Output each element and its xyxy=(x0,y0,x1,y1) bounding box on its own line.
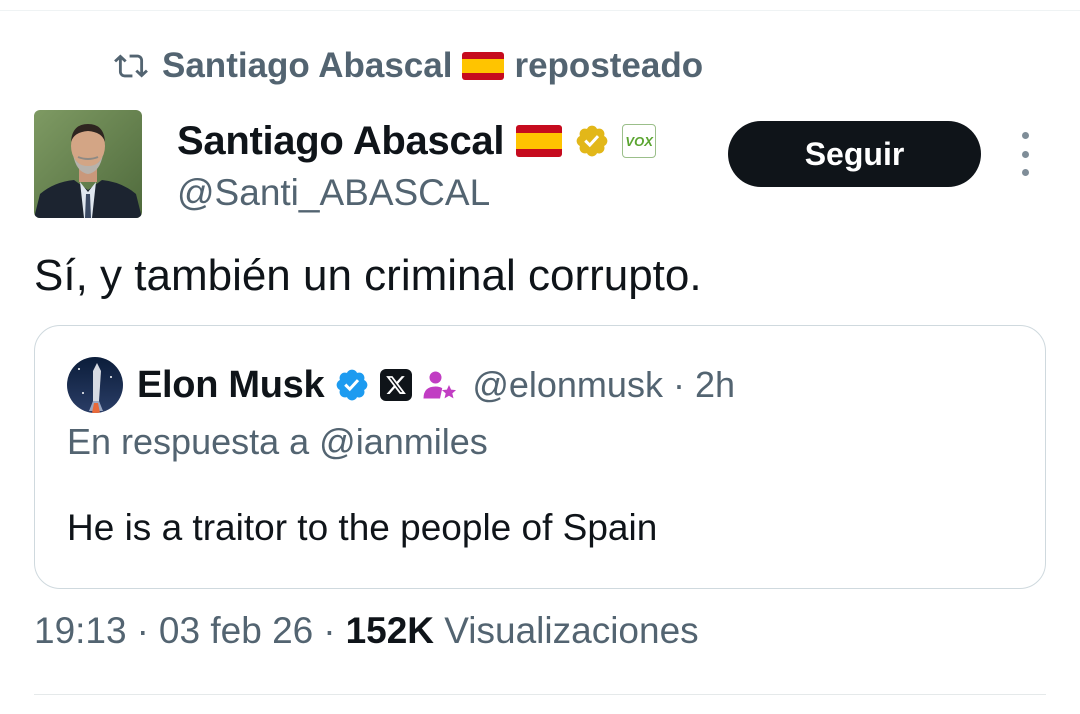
author-info: Santiago Abascal VOX @Santi_ABASCAL xyxy=(177,112,657,214)
more-vertical-icon xyxy=(1021,132,1029,139)
quoted-tweet-time[interactable]: 2h xyxy=(695,364,735,406)
tweet-date[interactable]: 03 feb 26 xyxy=(159,610,313,652)
quoted-author-handle[interactable]: @elonmusk xyxy=(472,364,663,406)
verified-gold-icon xyxy=(576,125,608,157)
repost-context[interactable]: Santiago Abascal reposteado xyxy=(114,44,703,88)
tweet-time[interactable]: 19:13 xyxy=(34,610,127,652)
separator-dot: · xyxy=(323,610,336,651)
bottom-divider xyxy=(34,694,1046,695)
spain-flag-icon xyxy=(516,125,563,157)
more-options-button[interactable] xyxy=(1008,132,1042,176)
repost-label: reposteado xyxy=(514,46,704,85)
x-logo-icon[interactable] xyxy=(380,369,413,401)
quoted-author-avatar[interactable] xyxy=(67,357,123,413)
views-count: 152K xyxy=(345,610,435,651)
quoted-tweet-text: He is a traitor to the people of Spain xyxy=(67,507,658,548)
quoted-author-name[interactable]: Elon Musk xyxy=(137,364,325,407)
views[interactable]: 152K Visualizaciones xyxy=(346,610,699,652)
separator-dot: · xyxy=(136,610,149,651)
affiliate-person-icon xyxy=(423,371,457,399)
repost-icon xyxy=(114,54,148,78)
views-label: Visualizaciones xyxy=(444,610,699,651)
tweet-text: Sí, y también un criminal corrupto. xyxy=(34,251,702,300)
author-name[interactable]: Santiago Abascal xyxy=(177,119,504,164)
separator-dot: · xyxy=(672,364,685,405)
author-handle[interactable]: @Santi_ABASCAL xyxy=(177,172,656,214)
quoted-tweet-card[interactable]: Elon Musk @elonmusk · 2h En respuesta a … xyxy=(34,325,1046,589)
reply-context[interactable]: En respuesta a @ianmiles xyxy=(67,421,488,463)
top-divider xyxy=(0,10,1080,11)
verified-blue-icon xyxy=(336,369,368,401)
tweet-meta: 19:13 · 03 feb 26 · 152K Visualizaciones xyxy=(34,610,699,652)
author-avatar[interactable] xyxy=(34,110,142,218)
spain-flag-icon xyxy=(462,52,505,80)
repost-author-name: Santiago Abascal xyxy=(162,46,453,85)
vox-affiliate-badge[interactable]: VOX xyxy=(622,124,657,158)
follow-button[interactable]: Seguir xyxy=(728,121,981,187)
quoted-tweet-header: Elon Musk @elonmusk · 2h xyxy=(67,357,735,413)
